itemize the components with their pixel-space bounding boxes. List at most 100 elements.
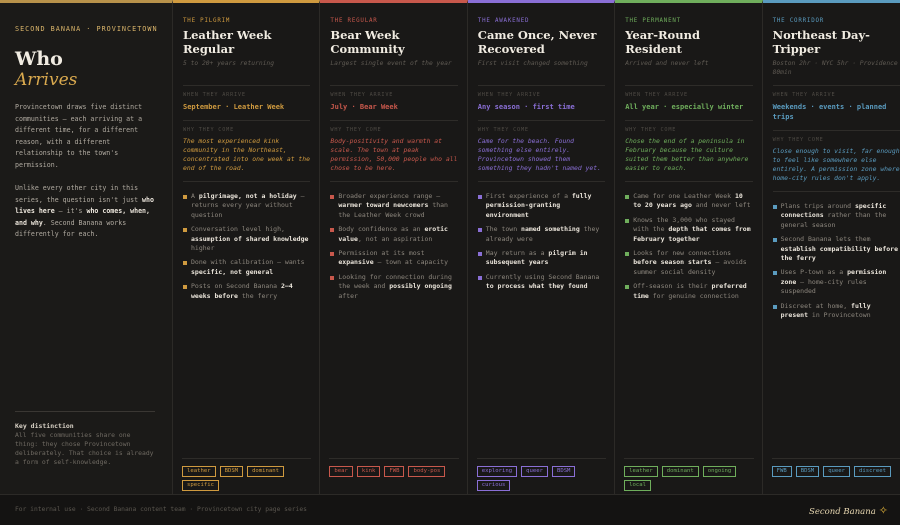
trait-item: Permission at its most expansive — town …: [330, 249, 457, 268]
trait-emphasis: warmer toward newcomers: [338, 201, 429, 210]
intro-kicker: Second Banana · Provincetown: [15, 25, 158, 33]
why-value: Came for the beach. Found something else…: [477, 137, 601, 172]
community-title: Northeast Day-Tripper: [772, 28, 870, 56]
trait-text: higher: [191, 244, 215, 253]
tag-chip: FWB: [384, 466, 405, 477]
when-label: When they arrive: [625, 92, 688, 98]
when-value: Weekends · events · planned trips: [772, 103, 887, 121]
intro-panel: Second Banana · Provincetown Who Arrives…: [0, 0, 173, 494]
key-distinction-body: All five communities share one thing: th…: [15, 431, 154, 466]
trait-list: Plans trips around specific connections …: [772, 191, 900, 321]
why-label: Why they come: [183, 127, 235, 133]
trait-item: Came for one Leather Week 10 to 20 years…: [625, 192, 752, 211]
tag-chip: exploring: [476, 466, 518, 477]
trait-emphasis: establish compatibility before the ferry: [780, 244, 898, 263]
trait-text: — town at capacity: [373, 258, 448, 267]
trait-text: and never left: [691, 201, 751, 210]
when-label: When they arrive: [183, 92, 246, 98]
when-section: When they arrive All year · especially wi…: [625, 85, 753, 112]
when-section: When they arrive Any season · first time: [477, 85, 606, 112]
trait-item: Plans trips around specific connections …: [772, 202, 900, 230]
trait-item: The town named something they already we…: [477, 225, 605, 244]
tag-list: leather BDSM dominant specific: [182, 458, 312, 491]
trait-item: May return as a pilgrim in subsequent ye…: [477, 249, 605, 268]
tag-chip: BDSM: [219, 466, 244, 477]
trait-text: Broader experience range —: [338, 192, 441, 200]
trait-list: A pilgrimage, not a holiday — returns ev…: [183, 181, 311, 301]
trait-list: Broader experience range — warmer toward…: [330, 181, 458, 301]
tag-chip: curious: [476, 480, 511, 491]
trait-text: A: [191, 192, 199, 200]
community-column: The Regular Bear Week Community Largest si…: [320, 0, 468, 494]
trait-text: in Provincetown: [808, 311, 871, 320]
tag-chip: ongoing: [702, 466, 737, 477]
community-column: The Permanent Year-Round Resident Arrived …: [615, 0, 763, 494]
page: Second Banana · Provincetown Who Arrives…: [0, 0, 900, 525]
footer: For internal use · Second Banana content…: [0, 494, 900, 525]
trait-item: Discreet at home, fully present in Provi…: [772, 302, 900, 321]
trait-text: after: [338, 291, 358, 300]
community-label: The Regular: [330, 18, 378, 24]
tag-chip: queer: [823, 466, 851, 477]
intro-text: — it's: [54, 207, 87, 215]
trait-text: Second Banana lets them: [780, 235, 871, 244]
intro-title: Who: [15, 48, 63, 70]
trait-text: Currently using Second Banana: [485, 272, 600, 281]
trait-text: Off-season is their: [633, 282, 712, 291]
trait-emphasis: to process what they found: [485, 282, 588, 291]
trait-emphasis: possibly ongoing: [389, 282, 452, 291]
footer-brand: Second Banana ✧: [809, 504, 888, 517]
trait-text: Conversation level high,: [191, 225, 285, 234]
why-label: Why they come: [330, 127, 382, 133]
trait-item: Looks for new connections before season …: [625, 249, 752, 277]
why-section: Why they come Close enough to visit, far …: [772, 130, 900, 183]
tag-list: FWB BDSM queer discreet: [771, 458, 900, 477]
why-value: Chose the end of a peninsula in February…: [625, 137, 749, 172]
trait-text: Looks for new connections: [633, 249, 732, 258]
tag-list: exploring queer BDSM curious: [476, 458, 607, 491]
banana-icon: ✧: [878, 504, 888, 517]
trait-text: Body confidence as an: [338, 225, 425, 234]
tag-list: bear kink FWB body-pos: [329, 458, 459, 477]
when-label: When they arrive: [477, 92, 541, 98]
tag-chip: leather: [182, 466, 216, 477]
tag-chip: bear: [329, 466, 353, 477]
trait-list: Came for one Leather Week 10 to 20 years…: [625, 181, 753, 301]
community-label: The Permanent: [625, 18, 681, 24]
brand-name: Second Banana: [809, 507, 876, 517]
trait-text: for genuine connection: [648, 291, 739, 300]
intro-title-accent: Arrives: [15, 70, 78, 90]
community-subtitle: First visit changed something: [477, 60, 588, 67]
footer-note: For internal use · Second Banana content…: [15, 506, 307, 513]
trait-item: Broader experience range — warmer toward…: [330, 192, 457, 220]
when-section: When they arrive September · Leather Week: [183, 85, 311, 112]
trait-item: Done with calibration — wants specific, …: [183, 258, 310, 277]
trait-emphasis: named something: [521, 225, 580, 234]
trait-text: Came for one Leather Week: [633, 192, 735, 200]
tag-chip: dominant: [247, 466, 285, 477]
when-value: All year · especially winter: [625, 103, 744, 111]
when-value: July · Bear Week: [330, 103, 398, 111]
trait-item: A pilgrimage, not a holiday — returns ev…: [183, 192, 310, 220]
tag-chip: local: [624, 480, 652, 491]
when-section: When they arrive July · Bear Week: [330, 85, 458, 112]
trait-item: Posts on Second Banana 2–4 weeks before …: [183, 282, 310, 301]
trait-emphasis: pilgrimage, not a holiday: [198, 192, 297, 200]
trait-emphasis: expansive: [338, 258, 374, 267]
trait-text: Plans trips around: [780, 202, 855, 210]
community-subtitle: Largest single event of the year: [330, 60, 452, 67]
community-column: The Awakened Came Once, Never Recovered Fi…: [467, 0, 616, 494]
tag-chip: BDSM: [551, 466, 576, 477]
tag-chip: leather: [624, 466, 658, 477]
community-label: The Awakened: [477, 18, 530, 24]
community-column: The Corridor Northeast Day-Tripper Boston …: [762, 0, 900, 494]
trait-text: the ferry: [237, 291, 278, 300]
trait-item: Second Banana lets them establish compat…: [772, 235, 900, 263]
tag-chip: body-pos: [408, 466, 446, 477]
tag-list: leather dominant ongoing local: [624, 458, 754, 491]
community-column: The Pilgrim Leather Week Regular 5 to 20+ …: [173, 0, 321, 494]
trait-emphasis: before season starts: [633, 258, 712, 267]
community-title: Came Once, Never Recovered: [477, 28, 597, 56]
why-label: Why they come: [625, 127, 677, 133]
tag-chip: BDSM: [795, 466, 820, 477]
